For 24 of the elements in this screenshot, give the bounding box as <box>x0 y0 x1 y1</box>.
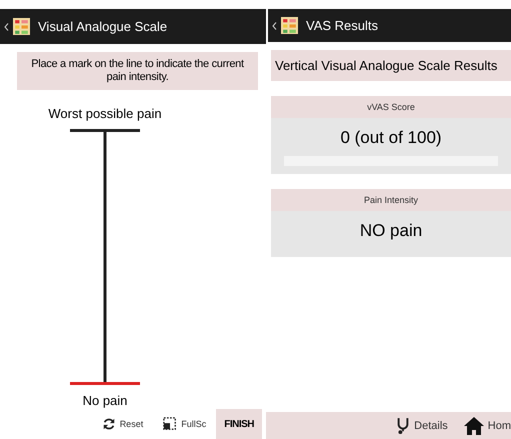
fullscreen-button[interactable]: FullSc <box>153 417 216 431</box>
details-button[interactable]: Details <box>388 416 456 434</box>
card-value: NO pain <box>360 221 422 241</box>
app-logo-icon <box>13 18 30 35</box>
card-label: Pain Intensity <box>271 189 511 211</box>
back-icon[interactable] <box>272 22 277 30</box>
reset-button[interactable]: Reset <box>92 417 154 431</box>
screen-title: Visual Analogue Scale <box>38 19 168 34</box>
card-value: 0 (out of 100) <box>340 128 442 148</box>
scale-top-label: Worst possible pain <box>48 106 162 122</box>
results-heading: Vertical Visual Analogue Scale Results <box>271 50 511 81</box>
finish-button[interactable]: FINISH <box>216 409 262 439</box>
scale-bottom-label: No pain <box>82 393 128 408</box>
home-button[interactable]: Hom <box>456 416 511 434</box>
card-label: vVAS Score <box>271 96 511 118</box>
back-icon[interactable] <box>4 22 9 30</box>
home-icon <box>464 416 484 434</box>
screen-title: VAS Results <box>306 18 378 33</box>
app-logo-icon <box>281 17 298 34</box>
fullscreen-icon <box>163 417 178 431</box>
pain-scale-line[interactable] <box>70 129 140 386</box>
refresh-icon <box>102 417 116 431</box>
stethoscope-icon <box>396 416 410 434</box>
instruction-banner: Place a mark on the line to indicate the current pain intensity. <box>17 52 258 90</box>
